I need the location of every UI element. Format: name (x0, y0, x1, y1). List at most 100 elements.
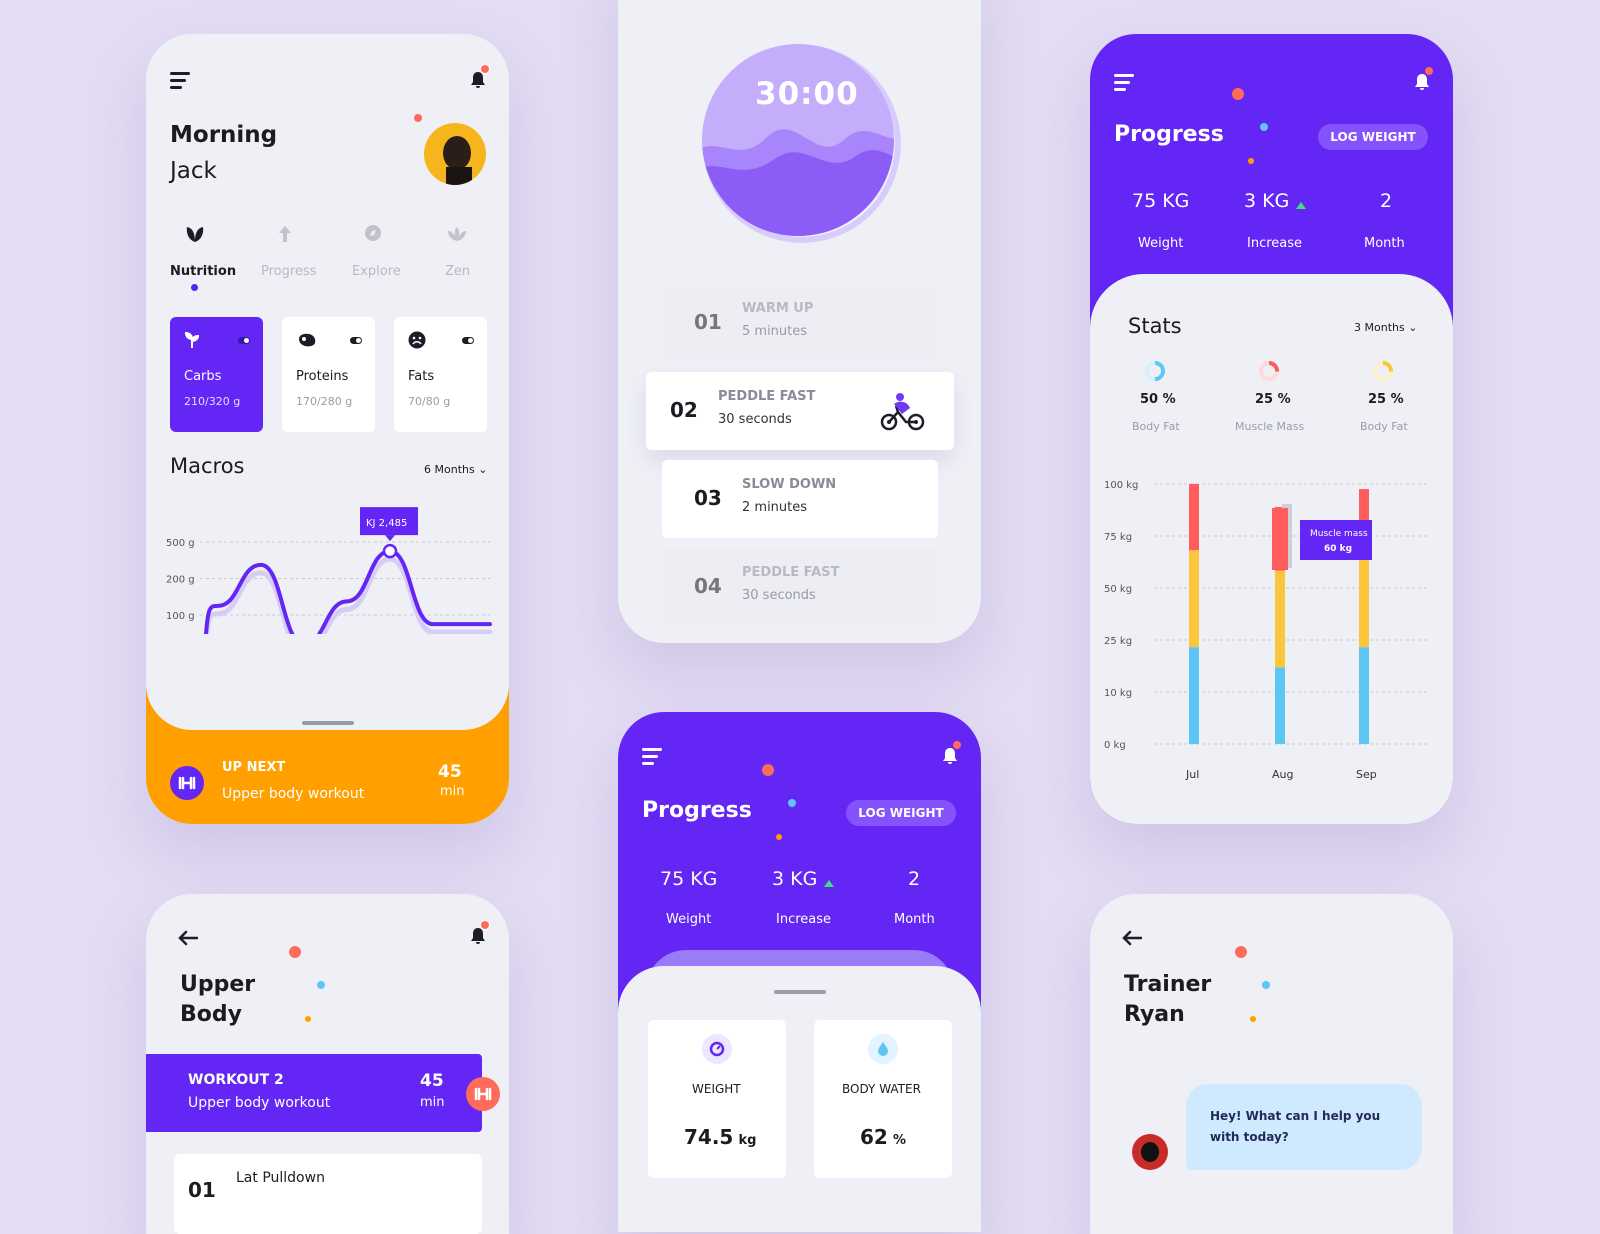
y-tick-label: 200 g (166, 575, 195, 586)
stat-value: 3 KG (772, 868, 818, 890)
workout-title: Upper body workout (188, 1095, 331, 1111)
data-point (382, 543, 398, 559)
ring-value: 25 % (1368, 392, 1404, 407)
up-next-unit: min (440, 784, 465, 799)
tooltip-value: 60 kg (1324, 544, 1352, 554)
chevron-down-icon: ⌄ (1408, 321, 1418, 334)
steak-icon (299, 333, 316, 347)
bar-segment (1189, 550, 1199, 648)
decor-dot (1262, 981, 1270, 989)
stat-label: Weight (1138, 236, 1184, 251)
plant-icon (184, 331, 200, 348)
workout-banner[interactable]: WORKOUT 2 Upper body workout 45 min (146, 1054, 482, 1132)
toggle-icon[interactable] (462, 337, 474, 344)
step-card[interactable]: 01 WARM UP 5 minutes (662, 288, 938, 360)
card-label: BODY WATER (842, 1082, 921, 1096)
page-title-line1: Trainer (1124, 972, 1212, 997)
decor-dot (1260, 123, 1268, 131)
up-next-title: Upper body workout (222, 786, 365, 802)
page-title-line2: Body (180, 1002, 242, 1027)
body-water-card[interactable]: BODY WATER 62 % (814, 1020, 952, 1178)
step-number: 02 (670, 398, 698, 422)
y-tick-label: 10 kg (1104, 688, 1132, 699)
stat-label: Increase (776, 912, 832, 927)
stat-label: Month (894, 912, 935, 927)
progress-stats-screen: Progress LOG WEIGHT 75 KG Weight 3 KG In… (1090, 34, 1453, 824)
log-weight-button[interactable]: LOG WEIGHT (846, 800, 956, 826)
menu-icon[interactable] (642, 748, 662, 769)
tab-label-zen: Zen (445, 264, 471, 279)
card-value-line: 74.5 kg (684, 1125, 756, 1149)
menu-icon[interactable] (1114, 74, 1134, 95)
timer-display: 30:00 (755, 76, 859, 112)
bar-segment (1189, 647, 1199, 744)
page-title: Progress (1114, 122, 1224, 147)
trainer-avatar[interactable] (1132, 1134, 1168, 1170)
page-title-line1: Upper (180, 972, 256, 997)
card-unit: % (892, 1133, 906, 1148)
stats-range-dropdown[interactable]: 3 Months ⌄ (1354, 321, 1417, 334)
timer-dial (702, 44, 901, 243)
bar-segment (1359, 647, 1369, 744)
menu-icon[interactable] (170, 72, 190, 93)
step-number: 04 (694, 574, 722, 598)
step-card-active[interactable]: 02 PEDDLE FAST 30 seconds (646, 372, 954, 450)
step-subtitle: 5 minutes (742, 324, 808, 339)
y-tick-label: 100 g (166, 611, 195, 622)
notification-dot (480, 64, 490, 74)
avatar[interactable] (424, 123, 486, 185)
decor-dot (289, 946, 301, 958)
exercise-number: 01 (188, 1178, 216, 1202)
back-arrow-icon[interactable] (178, 930, 198, 946)
progress-log-screen: Progress LOG WEIGHT 75 KG Weight 3 KG In… (618, 712, 981, 1232)
chat-bubble: Hey! What can I help you with today? (1186, 1084, 1422, 1170)
macros-range-dropdown[interactable]: 6 Months ⌄ (424, 463, 487, 476)
step-title: PEDDLE FAST (742, 565, 840, 580)
macro-card-carbs[interactable]: Carbs 210/320 g (170, 317, 263, 432)
dumbbell-button[interactable] (466, 1077, 500, 1111)
bar-segment (1275, 667, 1285, 744)
leaf-icon (186, 227, 204, 242)
active-tab-dot (191, 284, 198, 291)
macro-card-proteins[interactable]: Proteins 170/280 g (282, 317, 375, 432)
toggle-icon[interactable] (238, 337, 250, 344)
exercise-name: Lat Pulldown (236, 1170, 325, 1186)
decor-dot (776, 834, 782, 840)
tab-label-explore: Explore (352, 264, 401, 279)
decor-dot (762, 764, 774, 776)
macro-label: Proteins (296, 369, 349, 384)
ring-label: Muscle Mass (1235, 420, 1305, 433)
upper-body-screen: Upper Body WORKOUT 2 Upper body workout … (146, 894, 509, 1234)
toggle-icon[interactable] (350, 337, 362, 344)
ring-value: 25 % (1255, 392, 1291, 407)
increase-arrow-icon (1296, 202, 1306, 209)
macro-card-fats[interactable]: Fats 70/80 g (394, 317, 487, 432)
stat-value: 2 (908, 868, 921, 890)
weight-card[interactable]: WEIGHT 74.5 kg (648, 1020, 786, 1178)
ring-icon (1145, 361, 1165, 381)
decor-dot (1248, 158, 1254, 164)
decor-dot (1235, 946, 1247, 958)
dumbbell-icon (170, 766, 204, 800)
log-weight-button[interactable]: LOG WEIGHT (1318, 124, 1428, 150)
ring-icon (1373, 361, 1393, 381)
step-subtitle: 2 minutes (742, 500, 808, 515)
step-card[interactable]: 03 SLOW DOWN 2 minutes (662, 460, 938, 538)
sheet-handle[interactable] (774, 990, 826, 994)
decor-dot (317, 981, 325, 989)
stat-label: Month (1364, 236, 1405, 251)
exercise-row[interactable]: 01 Lat Pulldown (174, 1154, 482, 1234)
increase-arrow-icon (824, 880, 834, 887)
step-title: PEDDLE FAST (718, 389, 816, 404)
up-next-time: 45 (438, 762, 462, 782)
chevron-down-icon: ⌄ (478, 463, 488, 476)
stats-title: Stats (1128, 314, 1182, 338)
step-subtitle: 30 seconds (742, 588, 816, 603)
back-arrow-icon[interactable] (1122, 930, 1142, 946)
x-tick-label: Sep (1356, 768, 1377, 781)
chat-message: Hey! What can I help you with today? (1210, 1109, 1381, 1144)
notification-dot (952, 740, 962, 750)
frown-icon (408, 331, 426, 349)
ring-icon (1259, 361, 1279, 381)
step-card[interactable]: 04 PEDDLE FAST 30 seconds (662, 548, 938, 626)
